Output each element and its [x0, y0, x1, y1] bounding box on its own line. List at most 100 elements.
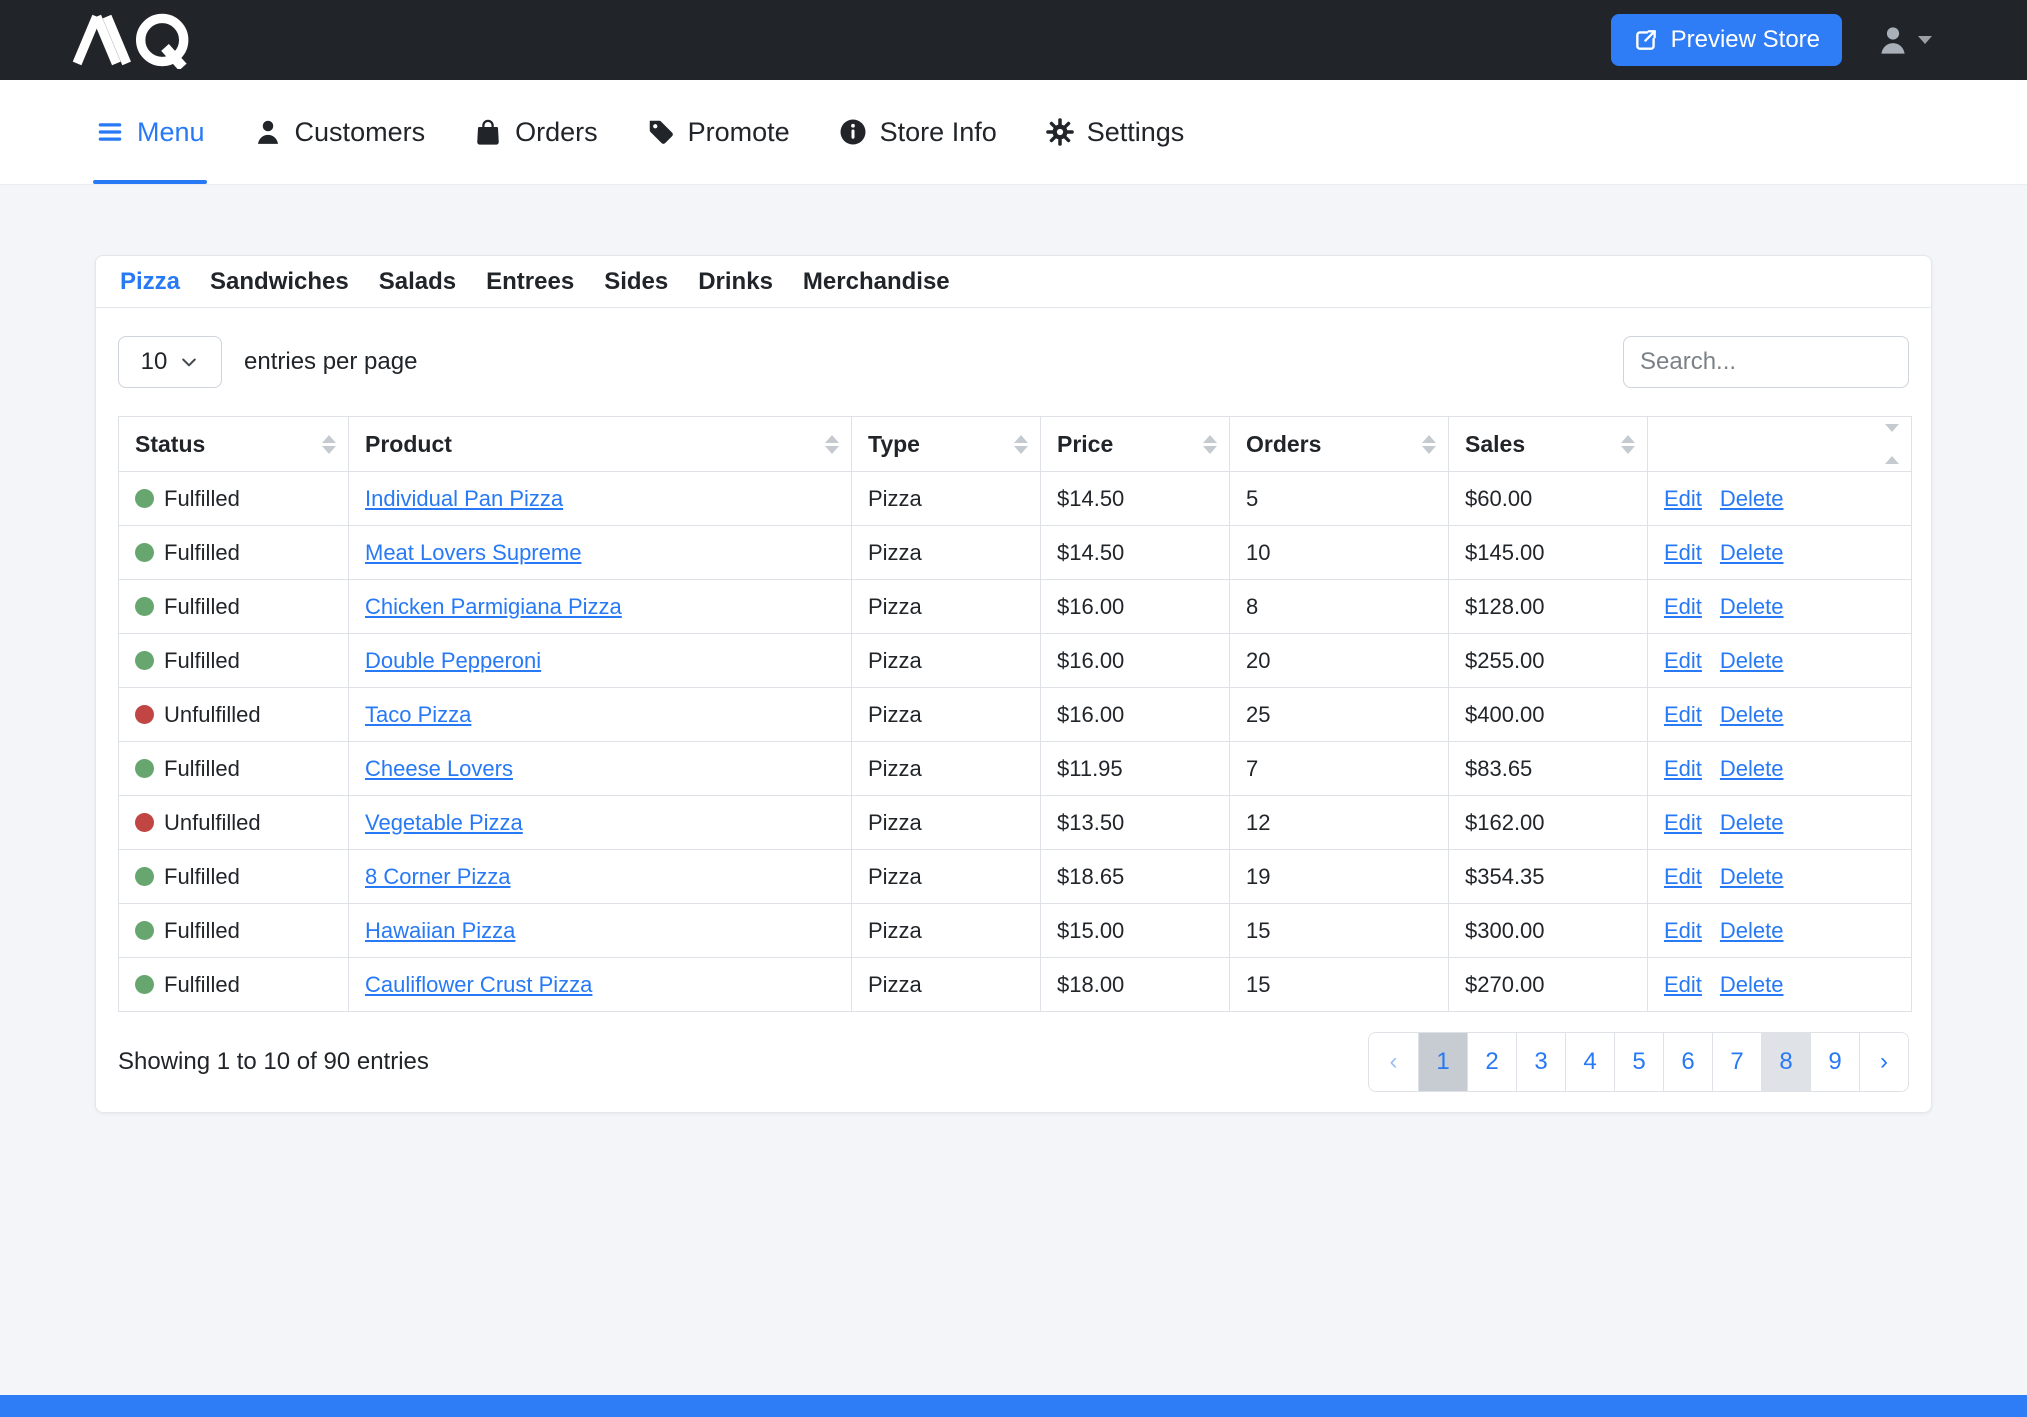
delete-link[interactable]: Delete: [1720, 594, 1784, 620]
product-link[interactable]: Double Pepperoni: [365, 648, 541, 673]
product-link[interactable]: Cheese Lovers: [365, 756, 513, 781]
nav-item-store-info[interactable]: Store Info: [838, 80, 997, 184]
actions-cell: Edit Delete: [1648, 742, 1912, 796]
edit-link[interactable]: Edit: [1664, 486, 1702, 512]
edit-link[interactable]: Edit: [1664, 648, 1702, 674]
sort-icon[interactable]: [1203, 435, 1217, 454]
tab-pizza[interactable]: Pizza: [120, 268, 180, 296]
status-cell: Fulfilled: [119, 904, 349, 958]
page-size-select[interactable]: 10: [118, 336, 222, 388]
nav-item-promote[interactable]: Promote: [646, 80, 790, 184]
sort-icon[interactable]: [1885, 424, 1899, 464]
price-cell: $18.00: [1041, 958, 1230, 1012]
col-header-actions[interactable]: [1648, 417, 1912, 472]
col-header-type[interactable]: Type: [852, 417, 1041, 472]
pagination-next[interactable]: ›: [1859, 1033, 1908, 1091]
chevron-down-icon: [179, 352, 199, 372]
orders-cell: 5: [1230, 472, 1449, 526]
tab-merchandise[interactable]: Merchandise: [803, 268, 950, 296]
price-cell: $16.00: [1041, 580, 1230, 634]
status-cell: Fulfilled: [119, 958, 349, 1012]
nav-item-customers[interactable]: Customers: [253, 80, 426, 184]
pagination-page[interactable]: 7: [1712, 1033, 1761, 1091]
preview-store-button[interactable]: Preview Store: [1611, 14, 1842, 66]
col-header-orders[interactable]: Orders: [1230, 417, 1449, 472]
status-dot: [135, 975, 154, 994]
col-header-product[interactable]: Product: [349, 417, 852, 472]
table-row: Fulfilled Hawaiian Pizza Pizza $15.00 15…: [119, 904, 1912, 958]
edit-link[interactable]: Edit: [1664, 594, 1702, 620]
tab-drinks[interactable]: Drinks: [698, 268, 773, 296]
col-header-price[interactable]: Price: [1041, 417, 1230, 472]
delete-link[interactable]: Delete: [1720, 486, 1784, 512]
product-link[interactable]: Vegetable Pizza: [365, 810, 523, 835]
edit-link[interactable]: Edit: [1664, 756, 1702, 782]
sort-icon[interactable]: [1422, 435, 1436, 454]
chevron-down-icon: [1918, 36, 1932, 44]
sort-icon[interactable]: [825, 435, 839, 454]
edit-link[interactable]: Edit: [1664, 702, 1702, 728]
edit-link[interactable]: Edit: [1664, 810, 1702, 836]
actions-cell: Edit Delete: [1648, 526, 1912, 580]
pagination-page[interactable]: 3: [1516, 1033, 1565, 1091]
tab-entrees[interactable]: Entrees: [486, 268, 574, 296]
pagination-prev[interactable]: ‹: [1369, 1033, 1418, 1091]
pagination-page[interactable]: 2: [1467, 1033, 1516, 1091]
product-link[interactable]: Hawaiian Pizza: [365, 918, 515, 943]
sort-icon[interactable]: [1014, 435, 1028, 454]
pagination-page[interactable]: 4: [1565, 1033, 1614, 1091]
pagination-page[interactable]: 8: [1761, 1033, 1810, 1091]
delete-link[interactable]: Delete: [1720, 918, 1784, 944]
edit-link[interactable]: Edit: [1664, 864, 1702, 890]
col-header-status[interactable]: Status: [119, 417, 349, 472]
actions-cell: Edit Delete: [1648, 634, 1912, 688]
delete-link[interactable]: Delete: [1720, 810, 1784, 836]
type-cell: Pizza: [852, 526, 1041, 580]
product-cell: Double Pepperoni: [349, 634, 852, 688]
type-cell: Pizza: [852, 688, 1041, 742]
delete-link[interactable]: Delete: [1720, 864, 1784, 890]
pagination-page[interactable]: 5: [1614, 1033, 1663, 1091]
status-label: Fulfilled: [164, 972, 240, 998]
brand-logo[interactable]: [70, 11, 202, 69]
account-menu[interactable]: [1876, 23, 1932, 57]
nav-item-menu[interactable]: Menu: [95, 80, 205, 184]
edit-link[interactable]: Edit: [1664, 918, 1702, 944]
product-link[interactable]: Chicken Parmigiana Pizza: [365, 594, 622, 619]
pagination-page[interactable]: 6: [1663, 1033, 1712, 1091]
orders-cell: 10: [1230, 526, 1449, 580]
product-link[interactable]: 8 Corner Pizza: [365, 864, 511, 889]
product-link[interactable]: Meat Lovers Supreme: [365, 540, 581, 565]
product-link[interactable]: Individual Pan Pizza: [365, 486, 563, 511]
nav-item-settings[interactable]: Settings: [1045, 80, 1185, 184]
nav-label-store-info: Store Info: [880, 117, 997, 148]
sort-icon[interactable]: [322, 435, 336, 454]
status-label: Fulfilled: [164, 756, 240, 782]
delete-link[interactable]: Delete: [1720, 540, 1784, 566]
delete-link[interactable]: Delete: [1720, 756, 1784, 782]
delete-link[interactable]: Delete: [1720, 648, 1784, 674]
edit-link[interactable]: Edit: [1664, 972, 1702, 998]
search-input[interactable]: [1623, 336, 1909, 388]
actions-cell: Edit Delete: [1648, 472, 1912, 526]
nav-item-orders[interactable]: Orders: [473, 80, 598, 184]
sales-cell: $145.00: [1449, 526, 1648, 580]
delete-link[interactable]: Delete: [1720, 972, 1784, 998]
status-dot: [135, 867, 154, 886]
tab-sandwiches[interactable]: Sandwiches: [210, 268, 349, 296]
tab-sides[interactable]: Sides: [604, 268, 668, 296]
status-dot: [135, 543, 154, 562]
col-header-sales[interactable]: Sales: [1449, 417, 1648, 472]
status-label: Fulfilled: [164, 540, 240, 566]
edit-link[interactable]: Edit: [1664, 540, 1702, 566]
preview-store-label: Preview Store: [1671, 26, 1820, 54]
tab-salads[interactable]: Salads: [379, 268, 456, 296]
product-link[interactable]: Cauliflower Crust Pizza: [365, 972, 592, 997]
pagination-page[interactable]: 9: [1810, 1033, 1859, 1091]
pagination-page[interactable]: 1: [1418, 1033, 1467, 1091]
person-icon: [253, 117, 283, 147]
delete-link[interactable]: Delete: [1720, 702, 1784, 728]
product-link[interactable]: Taco Pizza: [365, 702, 471, 727]
price-cell: $14.50: [1041, 472, 1230, 526]
sort-icon[interactable]: [1621, 435, 1635, 454]
